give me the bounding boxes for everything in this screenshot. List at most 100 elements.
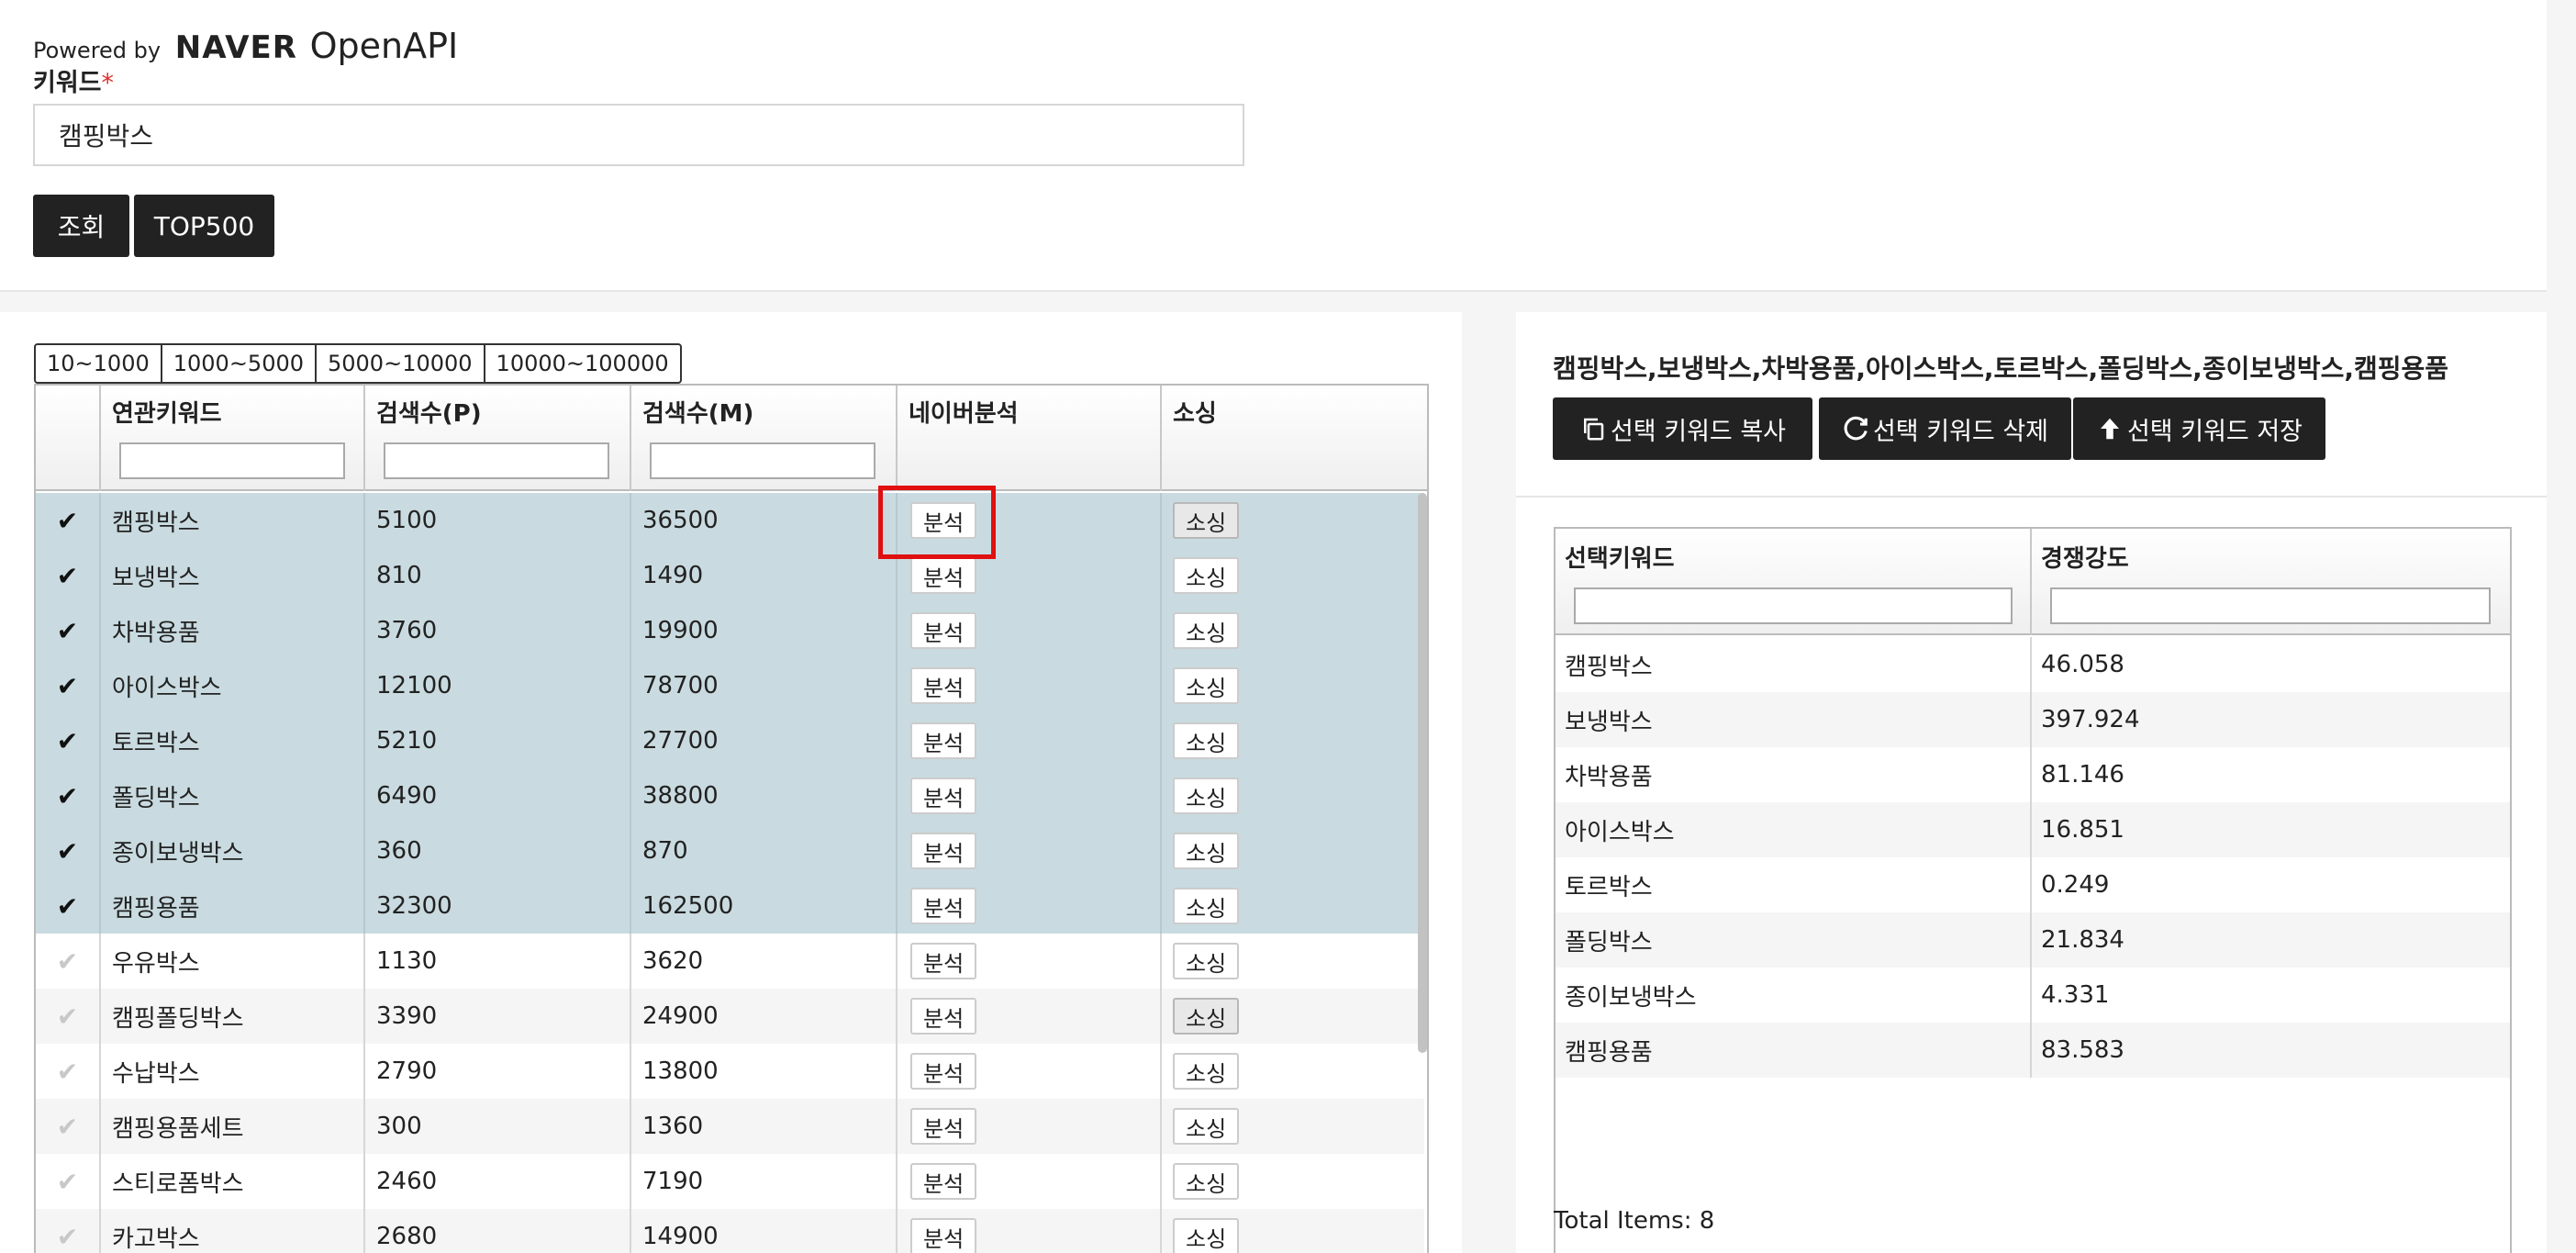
table-row[interactable]: 토르박스 0.249 <box>1556 857 2510 912</box>
row-checkbox[interactable]: ✔ <box>36 603 101 658</box>
table-row[interactable]: ✔ 우유박스 1130 3620 분석 소싱 <box>36 934 1424 989</box>
analyze-button[interactable]: 분석 <box>910 1218 977 1253</box>
search-pc-cell: 300 <box>365 1099 631 1154</box>
table-row[interactable]: 폴딩박스 21.834 <box>1556 912 2510 968</box>
checkmark-icon: ✔ <box>56 890 79 922</box>
analyze-button[interactable]: 분석 <box>910 943 977 979</box>
row-checkbox[interactable]: ✔ <box>36 548 101 603</box>
filter-selected-keyword-input[interactable] <box>1574 587 2013 624</box>
row-checkbox[interactable]: ✔ <box>36 934 101 989</box>
table-row[interactable]: ✔ 수납박스 2790 13800 분석 소싱 <box>36 1044 1424 1099</box>
analyze-button[interactable]: 분석 <box>910 1163 977 1200</box>
table-row[interactable]: ✔ 종이보냉박스 360 870 분석 소싱 <box>36 823 1424 878</box>
row-checkbox[interactable]: ✔ <box>36 989 101 1044</box>
selected-keyword-cell: 캠핑용품 <box>1556 1023 2032 1078</box>
sourcing-button[interactable]: 소싱 <box>1173 833 1240 869</box>
copy-selected-label: 선택 키워드 복사 <box>1610 417 1787 446</box>
grid-body: ✔ 캠핑박스 5100 36500 분석 소싱 ✔ 보냉박스 810 1490 분석 소싱 ✔ 차박용품 3… <box>36 493 1424 1253</box>
table-row[interactable]: 종이보냉박스 4.331 <box>1556 968 2510 1023</box>
keyword-cell: 우유박스 <box>101 934 365 989</box>
table-row[interactable]: 캠핑용품 83.583 <box>1556 1023 2510 1078</box>
search-pc-cell: 2790 <box>365 1044 631 1099</box>
search-mobile-cell: 78700 <box>631 658 898 713</box>
table-row[interactable]: ✔ 토르박스 5210 27700 분석 소싱 <box>36 713 1424 768</box>
filter-search-pc-input[interactable] <box>384 442 609 479</box>
analyze-button[interactable]: 분석 <box>910 998 977 1035</box>
sourcing-button[interactable]: 소싱 <box>1173 1108 1240 1145</box>
range-5000-10000[interactable]: 5000~10000 <box>317 345 485 382</box>
related-keywords-panel: 10~1000 1000~5000 5000~10000 10000~10000… <box>0 312 1462 1253</box>
analyze-button[interactable]: 분석 <box>910 833 977 869</box>
analyze-button[interactable]: 분석 <box>910 722 977 759</box>
delete-selected-button[interactable]: 선택 키워드 삭제 <box>1819 397 2071 460</box>
filter-search-mobile-input[interactable] <box>650 442 875 479</box>
search-pc-cell: 3760 <box>365 603 631 658</box>
checkmark-icon: ✔ <box>56 615 79 646</box>
table-row[interactable]: ✔ 캠핑용품세트 300 1360 분석 소싱 <box>36 1099 1424 1154</box>
row-checkbox[interactable]: ✔ <box>36 1209 101 1253</box>
table-row[interactable]: ✔ 카고박스 2680 14900 분석 소싱 <box>36 1209 1424 1253</box>
table-row[interactable]: 아이스박스 16.851 <box>1556 802 2510 857</box>
row-checkbox[interactable]: ✔ <box>36 658 101 713</box>
range-1000-5000[interactable]: 1000~5000 <box>162 345 317 382</box>
sourcing-button[interactable]: 소싱 <box>1173 502 1240 539</box>
table-row[interactable]: 보냉박스 397.924 <box>1556 692 2510 747</box>
table-row[interactable]: ✔ 캠핑용품 32300 162500 분석 소싱 <box>36 878 1424 934</box>
sourcing-button[interactable]: 소싱 <box>1173 888 1240 924</box>
copy-selected-button[interactable]: 선택 키워드 복사 <box>1553 397 1812 460</box>
keyword-cell: 종이보냉박스 <box>101 823 365 878</box>
checkmark-icon: ✔ <box>56 945 79 977</box>
analyze-button[interactable]: 분석 <box>910 557 977 594</box>
table-row[interactable]: ✔ 아이스박스 12100 78700 분석 소싱 <box>36 658 1424 713</box>
sourcing-button[interactable]: 소싱 <box>1173 1053 1240 1090</box>
range-10-1000[interactable]: 10~1000 <box>36 345 162 382</box>
keyword-cell: 폴딩박스 <box>101 768 365 823</box>
analyze-button[interactable]: 분석 <box>910 888 977 924</box>
table-row[interactable]: ✔ 차박용품 3760 19900 분석 소싱 <box>36 603 1424 658</box>
row-checkbox[interactable]: ✔ <box>36 1099 101 1154</box>
range-10000-100000[interactable]: 10000~100000 <box>485 345 680 382</box>
sourcing-button[interactable]: 소싱 <box>1173 943 1240 979</box>
search-mobile-cell: 3620 <box>631 934 898 989</box>
row-checkbox[interactable]: ✔ <box>36 878 101 934</box>
sourcing-button[interactable]: 소싱 <box>1173 778 1240 814</box>
analyze-button[interactable]: 분석 <box>910 778 977 814</box>
keyword-input[interactable] <box>33 104 1244 166</box>
sourcing-button[interactable]: 소싱 <box>1173 612 1240 649</box>
grid-scrollbar[interactable] <box>1418 493 1427 1053</box>
table-row[interactable]: ✔ 캠핑박스 5100 36500 분석 소싱 <box>36 493 1424 548</box>
save-selected-button[interactable]: 선택 키워드 저장 <box>2073 397 2325 460</box>
filter-competition-input[interactable] <box>2050 587 2491 624</box>
analyze-button[interactable]: 분석 <box>910 1108 977 1145</box>
sourcing-button[interactable]: 소싱 <box>1173 1218 1240 1253</box>
analyze-button[interactable]: 분석 <box>910 1053 977 1090</box>
sourcing-button[interactable]: 소싱 <box>1173 1163 1240 1200</box>
row-checkbox[interactable]: ✔ <box>36 713 101 768</box>
row-checkbox[interactable]: ✔ <box>36 823 101 878</box>
table-row[interactable]: ✔ 폴딩박스 6490 38800 분석 소싱 <box>36 768 1424 823</box>
table-row[interactable]: 차박용품 81.146 <box>1556 747 2510 802</box>
search-mobile-cell: 27700 <box>631 713 898 768</box>
panel-divider <box>1516 496 2547 498</box>
analyze-button[interactable]: 분석 <box>910 612 977 649</box>
sourcing-button[interactable]: 소싱 <box>1173 557 1240 594</box>
competition-cell: 83.583 <box>2041 1036 2124 1064</box>
row-checkbox[interactable]: ✔ <box>36 768 101 823</box>
row-checkbox[interactable]: ✔ <box>36 493 101 548</box>
filter-related-keyword-input[interactable] <box>119 442 345 479</box>
search-mobile-cell: 1490 <box>631 548 898 603</box>
top500-button[interactable]: TOP500 <box>134 195 274 257</box>
table-row[interactable]: ✔ 보냉박스 810 1490 분석 소싱 <box>36 548 1424 603</box>
sourcing-button[interactable]: 소싱 <box>1173 667 1240 704</box>
analyze-button[interactable]: 분석 <box>910 667 977 704</box>
sourcing-button[interactable]: 소싱 <box>1173 722 1240 759</box>
row-checkbox[interactable]: ✔ <box>36 1154 101 1209</box>
keyword-label-text: 키워드 <box>33 69 102 97</box>
keyword-cell: 캠핑박스 <box>101 493 365 548</box>
table-row[interactable]: ✔ 스티로폼박스 2460 7190 분석 소싱 <box>36 1154 1424 1209</box>
row-checkbox[interactable]: ✔ <box>36 1044 101 1099</box>
sourcing-button[interactable]: 소싱 <box>1173 998 1240 1035</box>
search-button[interactable]: 조회 <box>33 195 129 257</box>
table-row[interactable]: ✔ 캠핑폴딩박스 3390 24900 분석 소싱 <box>36 989 1424 1044</box>
table-row[interactable]: 캠핑박스 46.058 <box>1556 637 2510 692</box>
